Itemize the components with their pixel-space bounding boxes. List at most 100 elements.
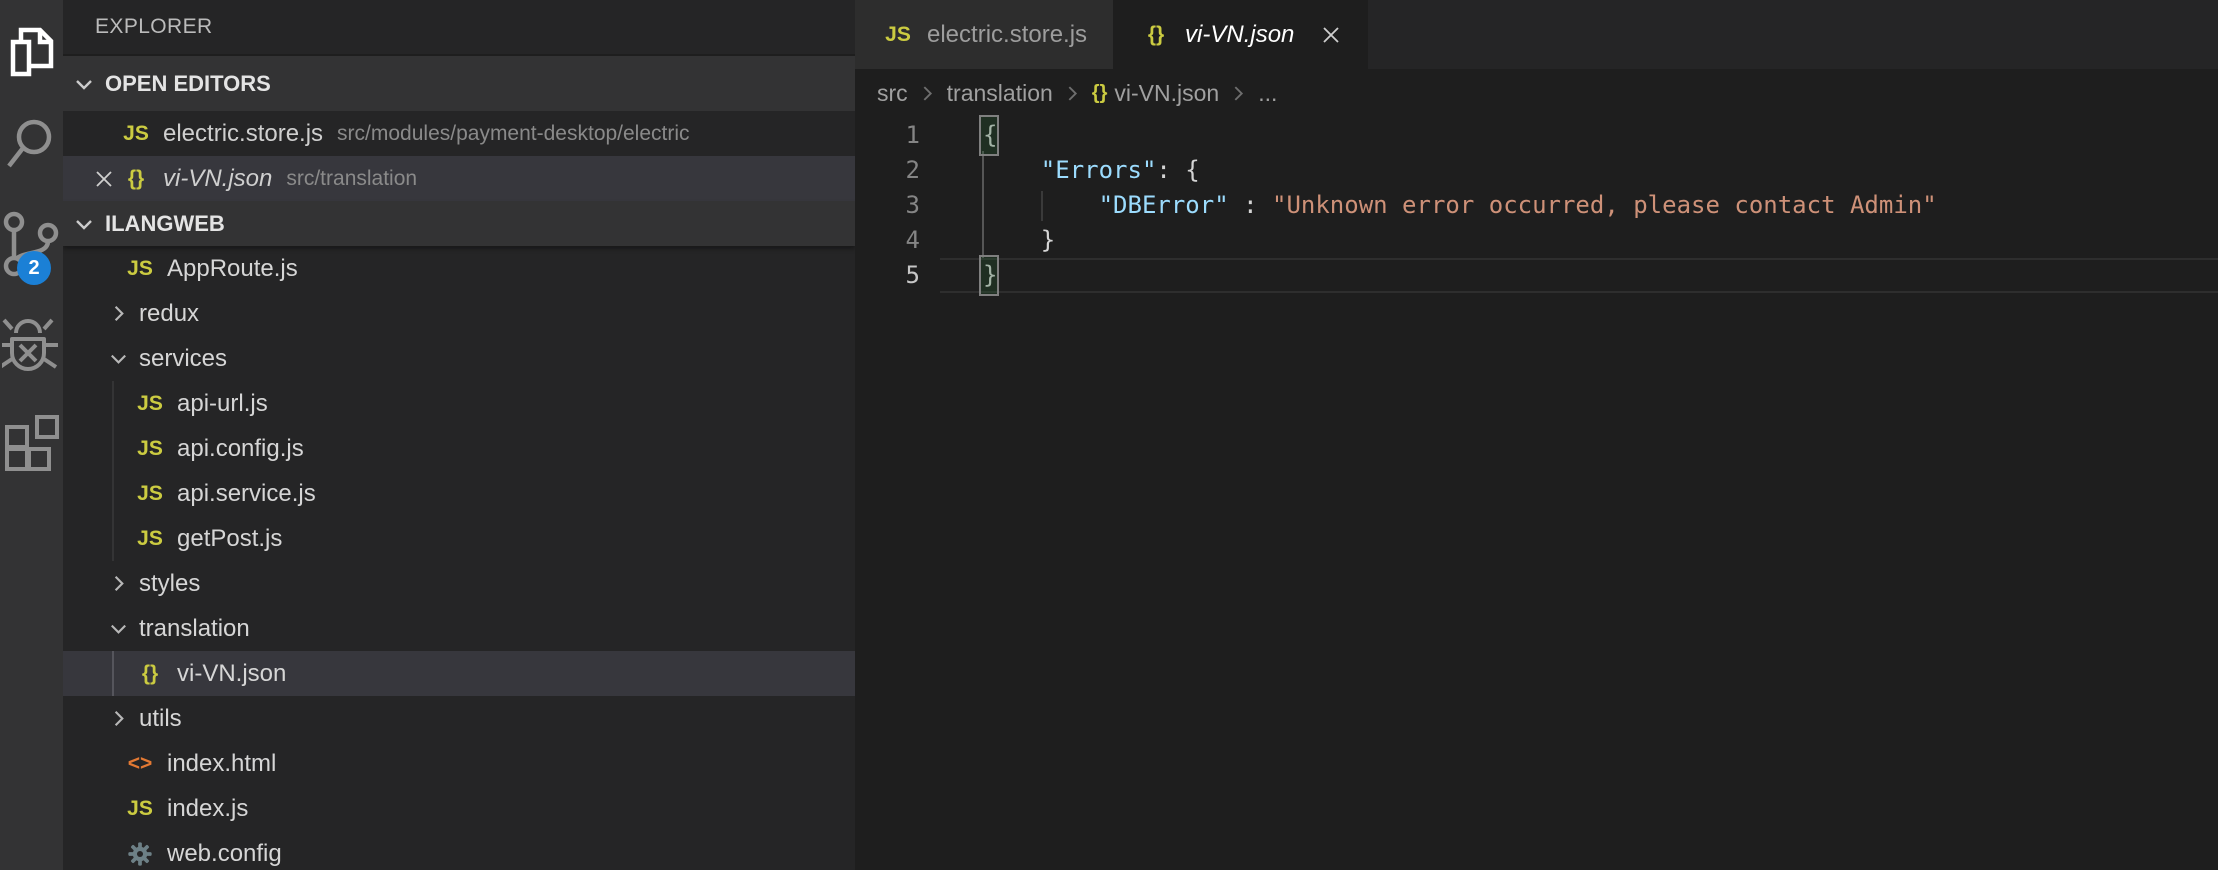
open-editor-vi-VN.json[interactable]: {}vi-VN.jsonsrc/translation	[63, 156, 855, 201]
tree-item-label: services	[139, 345, 227, 373]
open-editor-path: src/translation	[286, 167, 417, 191]
code-text: {	[983, 118, 997, 153]
breadcrumb-item-translation[interactable]: translation	[947, 80, 1053, 107]
open-editor-label: vi-VN.json	[163, 165, 272, 193]
section-title: ILANGWEB	[105, 211, 225, 237]
section-title: OPEN EDITORS	[105, 71, 271, 97]
code-line-4[interactable]: 4 }	[855, 223, 2218, 258]
tab-vi-VN.json[interactable]: {} vi-VN.json	[1113, 0, 1368, 69]
section-header-open-editors[interactable]: OPEN EDITORS	[63, 56, 855, 111]
tree-indent-guide	[112, 426, 114, 471]
editor-group: JS electric.store.js {} vi-VN.json src trans…	[855, 0, 2218, 870]
tab-electric.store.js[interactable]: JS electric.store.js	[855, 0, 1113, 69]
tree-item-api.service.js[interactable]: JS api.service.js	[63, 471, 855, 516]
js-file-icon: JS	[133, 392, 167, 416]
files-icon	[4, 22, 60, 82]
code-text: "DBError" : "Unknown error occurred, ple…	[983, 188, 1937, 223]
breadcrumb-item-...[interactable]: ...	[1258, 80, 1277, 107]
chevron-down-icon	[71, 71, 97, 97]
json-file-icon: {}	[1139, 23, 1173, 47]
tree-item-index.html[interactable]: <>index.html	[63, 741, 855, 786]
tree-item-label: index.js	[167, 795, 248, 823]
activity-item-extensions[interactable]	[0, 396, 63, 488]
tab-label: electric.store.js	[927, 21, 1087, 49]
chevron-down-icon	[105, 346, 131, 372]
gear-file-icon	[123, 840, 157, 868]
extensions-icon	[3, 413, 61, 471]
js-file-icon: JS	[133, 527, 167, 551]
line-number: 4	[855, 223, 920, 258]
tree-item-label: api.service.js	[177, 480, 316, 508]
breadcrumb-separator-icon	[919, 85, 936, 102]
tree-item-utils[interactable]: utils	[63, 696, 855, 741]
breadcrumb: src translation {} vi-VN.json...	[855, 69, 2218, 118]
breadcrumb-separator-icon	[1064, 85, 1081, 102]
tree-item-label: styles	[139, 570, 200, 598]
chevron-down-icon	[71, 211, 97, 237]
chevron-down-icon	[105, 616, 131, 642]
tab-label: vi-VN.json	[1185, 21, 1294, 49]
tree-item-getPost.js[interactable]: JSgetPost.js	[63, 516, 855, 561]
tree-item-web.config[interactable]: web.config	[63, 831, 855, 870]
open-editors-list: JSelectric.store.jssrc/modules/payment-d…	[63, 111, 855, 201]
js-file-icon: JS	[119, 122, 153, 146]
sidebar-title: EXPLORER	[63, 0, 855, 56]
js-file-icon: JS	[123, 797, 157, 821]
tree-item-label: utils	[139, 705, 182, 733]
activity-item-debug[interactable]	[0, 302, 63, 394]
line-number: 1	[855, 118, 920, 153]
js-file-icon: JS	[881, 23, 915, 47]
code-editor[interactable]: 1{2 "Errors": {3 "DBError" : "Unknown er…	[855, 118, 2218, 870]
tree-item-api-url.js[interactable]: JS api-url.js	[63, 381, 855, 426]
tree-indent-guide	[112, 651, 114, 696]
tree-item-label: translation	[139, 615, 250, 643]
line-number: 2	[855, 153, 920, 188]
breadcrumb-item-vi-VN.json[interactable]: {} vi-VN.json	[1092, 80, 1219, 107]
code-line-1[interactable]: 1{	[855, 118, 2218, 153]
tree-item-translation[interactable]: translation	[63, 606, 855, 651]
tree-item-vi-VN.json[interactable]: {}vi-VN.json	[63, 651, 855, 696]
current-line-highlight	[940, 258, 2218, 293]
debug-icon	[2, 315, 62, 381]
tree-item-services[interactable]: services	[63, 336, 855, 381]
breadcrumb-label: src	[877, 80, 908, 107]
tree-indent-guide	[112, 516, 114, 561]
code-line-3[interactable]: 3 "DBError" : "Unknown error occurred, p…	[855, 188, 2218, 223]
line-number: 5	[855, 258, 920, 293]
chevron-right-icon	[105, 301, 131, 327]
file-tree: JSAppRoute.jsreduxservicesJSapi-url.jsJS…	[63, 246, 855, 870]
breadcrumb-label: vi-VN.json	[1114, 80, 1219, 107]
scm-badge: 2	[17, 251, 51, 285]
tree-item-index.js[interactable]: JS index.js	[63, 786, 855, 831]
tree-item-redux[interactable]: redux	[63, 291, 855, 336]
json-file-icon: {}	[133, 662, 167, 686]
tree-item-label: redux	[139, 300, 199, 328]
tree-item-label: index.html	[167, 750, 276, 778]
activity-item-search[interactable]	[0, 99, 63, 191]
tree-item-label: AppRoute.js	[167, 255, 298, 283]
tree-indent-guide	[112, 381, 114, 426]
explorer-sidebar: EXPLORER OPEN EDITORS JSelectric.store.j…	[63, 0, 855, 870]
section-header-project[interactable]: ILANGWEB	[63, 201, 855, 246]
tab-bar: JS electric.store.js {} vi-VN.json	[855, 0, 2218, 69]
chevron-right-icon	[105, 706, 131, 732]
code-line-2[interactable]: 2 "Errors": {	[855, 153, 2218, 188]
tree-item-styles[interactable]: styles	[63, 561, 855, 606]
breadcrumb-label: ...	[1258, 80, 1277, 107]
tree-item-api.config.js[interactable]: JSapi.config.js	[63, 426, 855, 471]
activity-item-explorer[interactable]	[0, 6, 63, 98]
js-file-icon: JS	[133, 437, 167, 461]
js-file-icon: JS	[133, 482, 167, 506]
tree-item-AppRoute.js[interactable]: JS AppRoute.js	[63, 246, 855, 291]
tree-item-label: api-url.js	[177, 390, 268, 418]
js-file-icon: JS	[123, 257, 157, 281]
code-text: }	[983, 258, 997, 293]
close-icon[interactable]	[1320, 24, 1342, 46]
json-file-icon: {}	[1092, 82, 1108, 105]
breadcrumb-item-src[interactable]: src	[877, 80, 908, 107]
code-line-5[interactable]: 5}	[855, 258, 2218, 293]
breadcrumb-separator-icon	[1230, 85, 1247, 102]
search-icon	[3, 115, 61, 175]
close-icon[interactable]	[89, 168, 119, 190]
open-editor-electric.store.js[interactable]: JSelectric.store.jssrc/modules/payment-d…	[63, 111, 855, 156]
